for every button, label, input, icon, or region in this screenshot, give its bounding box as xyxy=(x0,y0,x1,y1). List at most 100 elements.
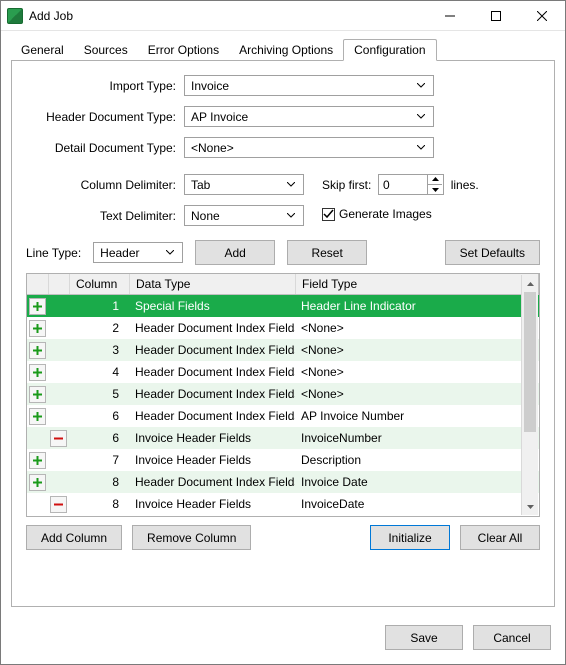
table-row[interactable]: 6Invoice Header FieldsInvoiceNumber xyxy=(27,427,539,449)
plus-icon[interactable] xyxy=(29,474,46,491)
table-row[interactable]: 5Header Document Index Fields<None> xyxy=(27,383,539,405)
grid-header-column[interactable]: Column xyxy=(69,274,129,294)
table-row[interactable]: 8Invoice Header FieldsInvoiceDate xyxy=(27,493,539,515)
tab-general[interactable]: General xyxy=(11,40,74,60)
cell-data-type: Invoice Header Fields xyxy=(129,427,295,449)
detail-doc-type-label: Detail Document Type: xyxy=(34,141,184,155)
grid-header-row: Column Data Type Field Type xyxy=(27,274,539,295)
chevron-down-icon xyxy=(413,145,429,150)
generate-images-label: Generate Images xyxy=(339,207,432,221)
close-button[interactable] xyxy=(519,1,565,31)
chevron-down-icon xyxy=(413,114,429,119)
dialog-footer: Save Cancel xyxy=(1,613,565,664)
cell-field-type: Header Line Indicator xyxy=(295,295,498,317)
scroll-thumb[interactable] xyxy=(524,292,536,432)
cell-column: 6 xyxy=(69,427,129,449)
cell-field-type: InvoiceNumber xyxy=(295,427,498,449)
minus-icon[interactable] xyxy=(50,430,67,447)
skip-first-suffix: lines. xyxy=(451,178,479,192)
tab-sources[interactable]: Sources xyxy=(74,40,138,60)
plus-icon[interactable] xyxy=(29,386,46,403)
cell-field-type: <None> xyxy=(295,361,498,383)
detail-doc-type-select[interactable]: <None> xyxy=(184,137,434,158)
plus-icon[interactable] xyxy=(29,342,46,359)
cell-field-type: InvoiceDate xyxy=(295,493,498,515)
table-row[interactable]: 7Invoice Header FieldsDescription xyxy=(27,449,539,471)
cell-field-type: <None> xyxy=(295,339,498,361)
cell-column: 5 xyxy=(69,383,129,405)
detail-doc-type-value: <None> xyxy=(191,141,234,155)
cell-data-type: Header Document Index Fields xyxy=(129,471,295,493)
plus-icon[interactable] xyxy=(29,452,46,469)
table-row[interactable]: 4Header Document Index Fields<None> xyxy=(27,361,539,383)
grid-scrollbar[interactable] xyxy=(521,275,538,515)
column-delim-label: Column Delimiter: xyxy=(34,178,184,192)
tabstrip: General Sources Error Options Archiving … xyxy=(11,39,555,61)
columns-grid: Column Data Type Field Type 1Special Fie… xyxy=(26,273,540,517)
minimize-button[interactable] xyxy=(427,1,473,31)
import-type-select[interactable]: Invoice xyxy=(184,75,434,96)
table-row[interactable]: 6Header Document Index FieldsAP Invoice … xyxy=(27,405,539,427)
plus-icon[interactable] xyxy=(29,320,46,337)
cell-data-type: Header Document Index Fields xyxy=(129,339,295,361)
cell-data-type: Header Document Index Fields xyxy=(129,317,295,339)
add-job-dialog: Add Job General Sources Error Options Ar… xyxy=(0,0,566,665)
cell-field-type: AP Invoice Number xyxy=(295,405,498,427)
skip-first-label: Skip first: xyxy=(322,178,371,192)
text-delim-value: None xyxy=(191,209,220,223)
set-defaults-button[interactable]: Set Defaults xyxy=(445,240,540,265)
cell-data-type: Header Document Index Fields xyxy=(129,361,295,383)
grid-header-field-type[interactable]: Field Type xyxy=(295,274,498,294)
cell-column: 3 xyxy=(69,339,129,361)
add-column-button[interactable]: Add Column xyxy=(26,525,122,550)
window-title: Add Job xyxy=(29,9,73,23)
table-row[interactable]: 1Special FieldsHeader Line Indicator xyxy=(27,295,539,317)
app-icon xyxy=(7,8,23,24)
spin-up-icon[interactable] xyxy=(427,175,442,185)
save-button[interactable]: Save xyxy=(385,625,463,650)
scroll-down-icon[interactable] xyxy=(522,498,538,515)
line-type-value: Header xyxy=(100,246,139,260)
cell-data-type: Invoice Header Fields xyxy=(129,449,295,471)
header-doc-type-select[interactable]: AP Invoice xyxy=(184,106,434,127)
cell-field-type: <None> xyxy=(295,317,498,339)
column-delim-select[interactable]: Tab xyxy=(184,174,304,195)
maximize-button[interactable] xyxy=(473,1,519,31)
tab-archiving-options[interactable]: Archiving Options xyxy=(229,40,343,60)
scroll-up-icon[interactable] xyxy=(522,275,538,292)
skip-first-field[interactable] xyxy=(383,178,421,192)
chevron-down-icon xyxy=(283,182,299,187)
table-row[interactable]: 8Header Document Index FieldsInvoice Dat… xyxy=(27,471,539,493)
table-row[interactable]: 2Header Document Index Fields<None> xyxy=(27,317,539,339)
grid-header-data-type[interactable]: Data Type xyxy=(129,274,295,294)
generate-images-checkbox[interactable] xyxy=(322,208,335,221)
text-delim-label: Text Delimiter: xyxy=(34,209,184,223)
table-row[interactable]: 3Header Document Index Fields<None> xyxy=(27,339,539,361)
configuration-panel: Import Type: Invoice Header Document Typ… xyxy=(11,61,555,607)
minus-icon[interactable] xyxy=(50,496,67,513)
spin-down-icon[interactable] xyxy=(427,185,442,195)
cell-column: 7 xyxy=(69,449,129,471)
reset-button[interactable]: Reset xyxy=(287,240,367,265)
clear-all-button[interactable]: Clear All xyxy=(460,525,540,550)
cell-field-type: <None> xyxy=(295,383,498,405)
cell-column: 4 xyxy=(69,361,129,383)
plus-icon[interactable] xyxy=(29,364,46,381)
line-type-select[interactable]: Header xyxy=(93,242,183,263)
plus-icon[interactable] xyxy=(29,298,46,315)
remove-column-button[interactable]: Remove Column xyxy=(132,525,251,550)
add-line-button[interactable]: Add xyxy=(195,240,275,265)
cancel-button[interactable]: Cancel xyxy=(473,625,551,650)
text-delim-select[interactable]: None xyxy=(184,205,304,226)
tab-configuration[interactable]: Configuration xyxy=(343,39,436,61)
initialize-button[interactable]: Initialize xyxy=(370,525,450,550)
cell-column: 8 xyxy=(69,493,129,515)
cell-data-type: Invoice Header Fields xyxy=(129,493,295,515)
tab-error-options[interactable]: Error Options xyxy=(138,40,229,60)
skip-first-input[interactable] xyxy=(378,174,444,195)
plus-icon[interactable] xyxy=(29,408,46,425)
titlebar: Add Job xyxy=(1,1,565,31)
cell-field-type: Description xyxy=(295,449,498,471)
header-doc-type-label: Header Document Type: xyxy=(34,110,184,124)
cell-column: 2 xyxy=(69,317,129,339)
